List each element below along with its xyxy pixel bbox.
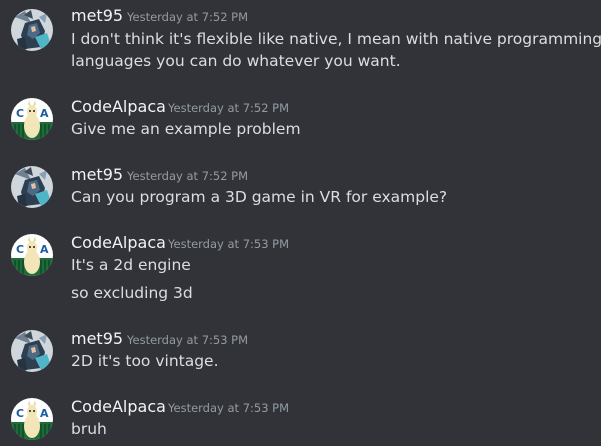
met95-avatar-icon: [11, 166, 53, 208]
logo-letter-a: A: [40, 243, 49, 256]
message-timestamp: Yesterday at 7:52 PM: [127, 10, 249, 24]
avatar[interactable]: C A: [11, 234, 53, 276]
username[interactable]: CodeAlpaca: [71, 233, 166, 252]
codealpaca-avatar-icon: C A: [11, 234, 53, 276]
codealpaca-avatar-icon: C A: [11, 98, 53, 140]
message-text: Can you program a 3D game in VR for exam…: [71, 188, 448, 206]
message-timestamp: Yesterday at 7:52 PM: [168, 101, 290, 115]
avatar[interactable]: C A: [11, 98, 53, 140]
message-timestamp: Yesterday at 7:53 PM: [168, 401, 290, 415]
message-text: It's a 2d engine: [71, 256, 191, 274]
met95-avatar-icon: [11, 330, 53, 372]
codealpaca-avatar-icon: C A: [11, 398, 53, 440]
username[interactable]: CodeAlpaca: [71, 97, 166, 116]
message-timestamp: Yesterday at 7:53 PM: [168, 237, 290, 251]
logo-letter-c: C: [16, 243, 24, 256]
logo-letter-c: C: [16, 407, 24, 420]
avatar[interactable]: [11, 330, 53, 372]
chat-message-list: met95 Yesterday at 7:52 PM I don't think…: [0, 0, 601, 446]
avatar[interactable]: [11, 9, 53, 51]
username[interactable]: met95: [71, 329, 123, 348]
logo-letter-c: C: [16, 107, 24, 120]
logo-letter-a: A: [40, 407, 49, 420]
message-timestamp: Yesterday at 7:52 PM: [127, 169, 249, 183]
avatar[interactable]: C A: [11, 398, 53, 440]
met95-avatar-icon: [11, 9, 53, 51]
message-text: bruh: [71, 420, 107, 438]
message-text: I don't think it's flexible like native,…: [71, 30, 601, 48]
username[interactable]: CodeAlpaca: [71, 397, 166, 416]
avatar[interactable]: [11, 166, 53, 208]
message-text: languages you can do whatever you want.: [71, 52, 401, 70]
message-text: 2D it's too vintage.: [71, 352, 219, 370]
message-text: Give me an example problem: [71, 120, 301, 138]
logo-letter-a: A: [40, 107, 49, 120]
username[interactable]: met95: [71, 165, 123, 184]
username[interactable]: met95: [71, 6, 123, 25]
message-text: so excluding 3d: [71, 284, 193, 302]
message-timestamp: Yesterday at 7:53 PM: [127, 333, 249, 347]
